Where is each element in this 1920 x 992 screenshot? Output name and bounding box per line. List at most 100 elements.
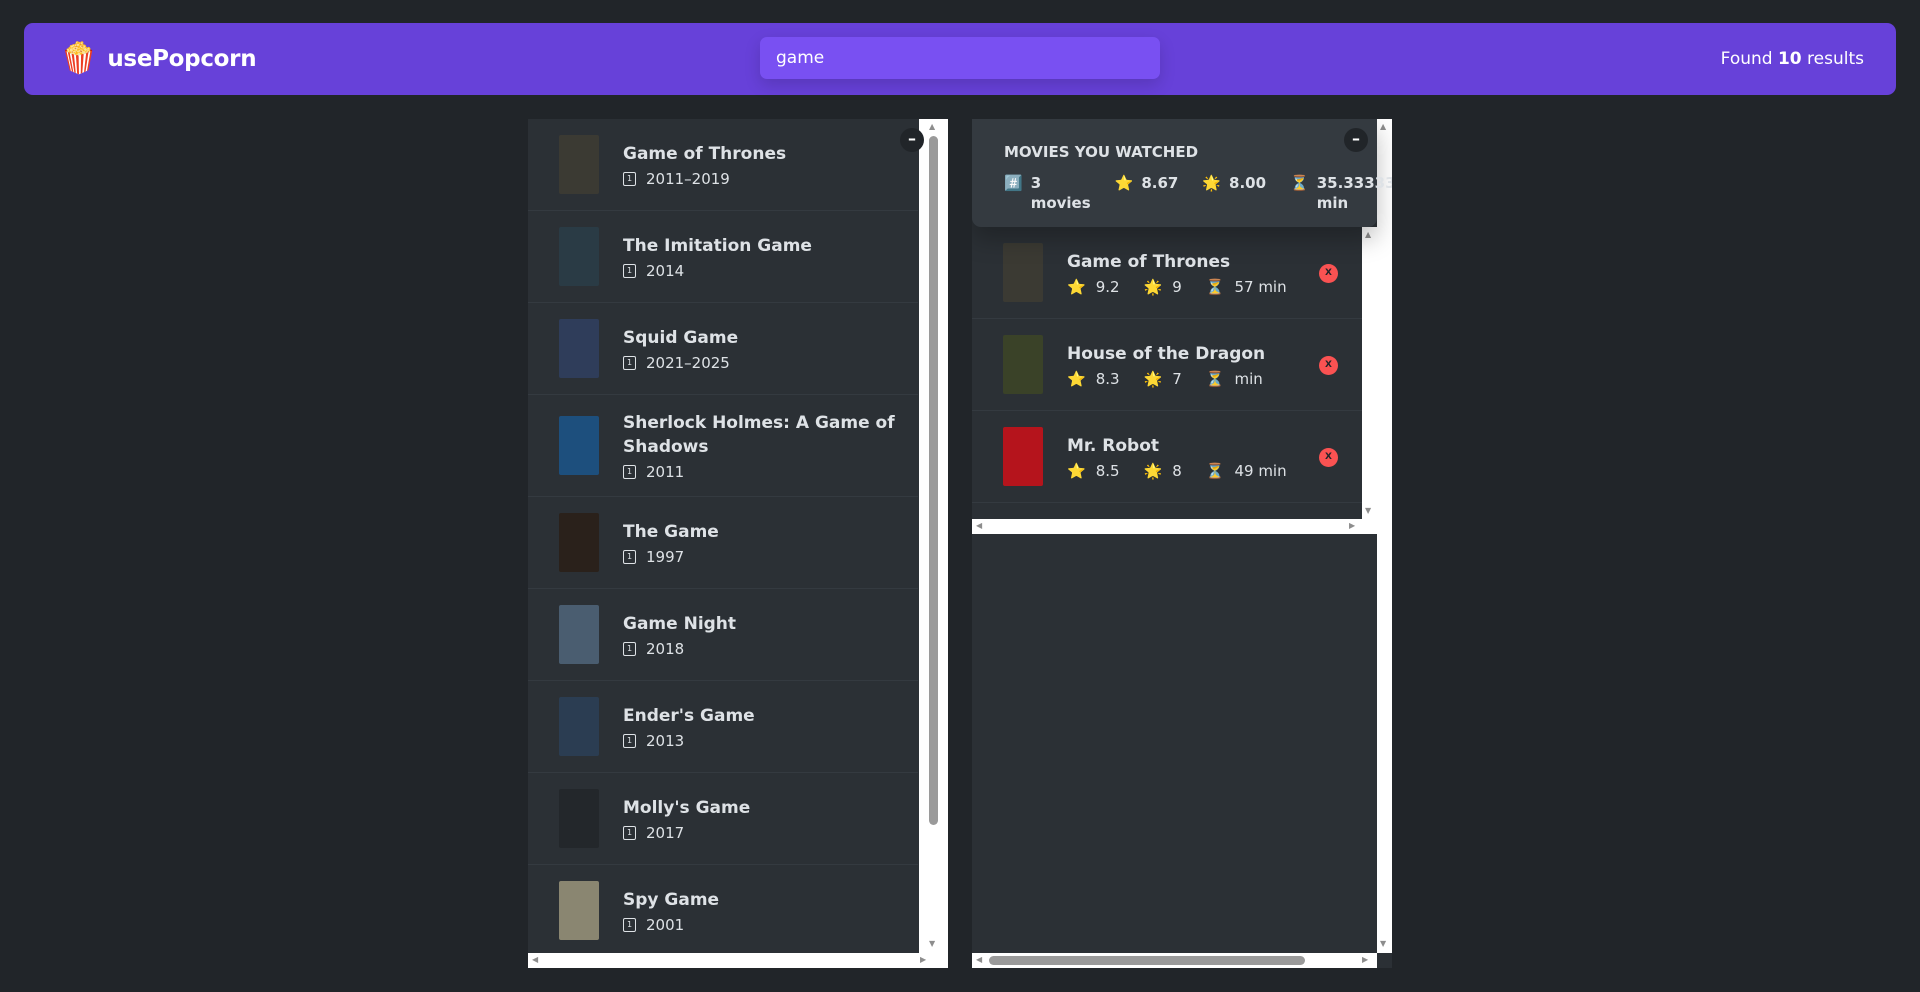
movie-title: House of the Dragon (1067, 343, 1266, 364)
user-rating: 7 (1172, 369, 1182, 388)
watched-vertical-scrollbar[interactable]: ▲ ▼ (1377, 119, 1392, 953)
movie-poster (559, 697, 599, 756)
movie-list-item[interactable]: Game Night 1 2018 (528, 589, 918, 681)
movie-poster (1003, 427, 1043, 486)
user-rating: 8 (1172, 461, 1182, 480)
user-rating: 9 (1172, 277, 1182, 296)
sparkle-star-icon: 🌟 (1143, 277, 1163, 296)
movie-title: Ender's Game (623, 705, 755, 726)
imdb-rating: 8.5 (1095, 461, 1120, 480)
logo-text: usePopcorn (107, 46, 257, 72)
summary-title: MOVIES YOU WATCHED (1004, 143, 1199, 161)
results-vertical-scrollbar[interactable]: ▲ ▼ (919, 119, 948, 953)
calendar-icon: 1 (623, 263, 636, 278)
movie-poster (559, 513, 599, 572)
sparkle-star-icon: 🌟 (1202, 174, 1222, 192)
scroll-down-arrow[interactable]: ▼ (929, 939, 935, 949)
movie-list-item[interactable]: The Imitation Game 1 2014 (528, 211, 918, 303)
movie-title: Game Night (623, 613, 737, 634)
movie-list-item[interactable]: Ender's Game 1 2013 (528, 681, 918, 773)
scroll-up-arrow[interactable]: ▲ (1365, 230, 1371, 240)
scroll-left-arrow[interactable]: ◀ (976, 521, 982, 531)
logo: 🍿 usePopcorn (60, 41, 257, 77)
hourglass-icon: ⏳ (1205, 277, 1225, 296)
scroll-up-arrow[interactable]: ▲ (929, 122, 935, 132)
hourglass-icon: ⏳ (1205, 461, 1225, 480)
movie-list-item[interactable]: Spy Game 1 2001 (528, 865, 918, 957)
movie-year: 2011–2019 (646, 169, 730, 188)
scroll-right-arrow[interactable]: ▶ (1349, 521, 1355, 531)
movie-year: 2011 (646, 462, 685, 481)
movie-year: 1997 (646, 547, 685, 566)
results-number: 10 (1777, 49, 1802, 69)
runtime: 49 min (1234, 461, 1287, 480)
movie-title: Sherlock Holmes: A Game of Shadows (623, 412, 895, 457)
movie-list-item[interactable]: Sherlock Holmes: A Game of Shadows 1 2011 (528, 395, 918, 497)
hourglass-icon: ⏳ (1205, 369, 1225, 388)
scroll-thumb[interactable] (929, 136, 938, 825)
search-results-box: Game of Thrones 1 2011–2019 The Imitation G… (528, 119, 948, 968)
delete-button[interactable]: X (1319, 448, 1338, 467)
movie-poster (1003, 335, 1043, 394)
watched-list-item: Game of Thrones ⭐️ 9.2 🌟 9 ⏳ 57 min X (972, 227, 1362, 319)
movie-poster (559, 605, 599, 664)
navbar: 🍿 usePopcorn Found 10 results (24, 23, 1896, 95)
scroll-thumb[interactable] (989, 956, 1305, 965)
star-icon: ⭐️ (1114, 174, 1134, 192)
star-icon: ⭐️ (1067, 369, 1086, 388)
results-count: Found 10 results (1720, 49, 1864, 69)
watched-list-vertical-scrollbar[interactable]: ▲ ▼ (1362, 227, 1377, 519)
calendar-icon: 1 (623, 825, 636, 840)
watched-horizontal-scrollbar[interactable]: ◀ ▶ (972, 953, 1377, 968)
movie-poster (559, 135, 599, 194)
scroll-down-arrow[interactable]: ▼ (1380, 939, 1386, 949)
toggle-results-button[interactable]: – (900, 128, 924, 152)
results-horizontal-scrollbar[interactable]: ◀ ▶ (528, 953, 948, 968)
scroll-left-arrow[interactable]: ◀ (976, 955, 982, 965)
movie-title: The Game (623, 521, 719, 542)
movies-count-stat: #️⃣ 3 movies (1004, 174, 1091, 212)
scroll-down-arrow[interactable]: ▼ (1365, 506, 1371, 516)
movie-list-item[interactable]: Squid Game 1 2021–2025 (528, 303, 918, 395)
scroll-up-arrow[interactable]: ▲ (1380, 122, 1386, 132)
delete-button[interactable]: X (1319, 264, 1338, 283)
calendar-icon: 1 (623, 171, 636, 186)
hourglass-icon: ⏳ (1290, 174, 1309, 192)
scroll-right-arrow[interactable]: ▶ (1362, 955, 1368, 965)
runtime: min (1234, 369, 1263, 388)
delete-button[interactable]: X (1319, 356, 1338, 375)
star-icon: ⭐️ (1067, 277, 1086, 296)
movie-title: Spy Game (623, 889, 720, 910)
calendar-icon: 1 (623, 733, 636, 748)
movie-year: 2018 (646, 639, 685, 658)
movie-title: Squid Game (623, 327, 739, 348)
imdb-rating: 9.2 (1095, 277, 1120, 296)
movie-title: Molly's Game (623, 797, 751, 818)
movie-year: 2001 (646, 915, 685, 934)
movie-poster (559, 416, 599, 475)
movie-year: 2013 (646, 731, 685, 750)
calendar-icon: 1 (623, 549, 636, 564)
movie-poster (559, 227, 599, 286)
movie-title: Game of Thrones (1067, 251, 1231, 272)
movie-title: The Imitation Game (623, 235, 812, 256)
movie-list-item[interactable]: Game of Thrones 1 2011–2019 (528, 119, 918, 211)
movie-poster (1003, 243, 1043, 302)
search-input[interactable] (760, 37, 1160, 79)
movie-list-item[interactable]: The Game 1 1997 (528, 497, 918, 589)
imdb-rating: 8.3 (1095, 369, 1120, 388)
runtime-average-stat: ⏳ 35.3333333333min (1290, 174, 1392, 212)
movie-title: Game of Thrones (623, 143, 787, 164)
watched-list-horizontal-scrollbar[interactable]: ◀ ▶ (972, 519, 1377, 534)
toggle-watched-button[interactable]: – (1344, 128, 1368, 152)
popcorn-icon: 🍿 (60, 41, 98, 76)
movie-list-item[interactable]: Molly's Game 1 2017 (528, 773, 918, 865)
watched-movie-list: Game of Thrones ⭐️ 9.2 🌟 9 ⏳ 57 min X House of t… (972, 227, 1362, 503)
scroll-right-arrow[interactable]: ▶ (920, 955, 926, 965)
calendar-icon: 1 (623, 355, 636, 370)
scroll-left-arrow[interactable]: ◀ (532, 955, 538, 965)
star-icon: ⭐️ (1067, 461, 1086, 480)
watched-list-item: Mr. Robot ⭐️ 8.5 🌟 8 ⏳ 49 min X (972, 411, 1362, 503)
movie-poster (559, 881, 599, 940)
watched-list-item: House of the Dragon ⭐️ 8.3 🌟 7 ⏳ min X (972, 319, 1362, 411)
